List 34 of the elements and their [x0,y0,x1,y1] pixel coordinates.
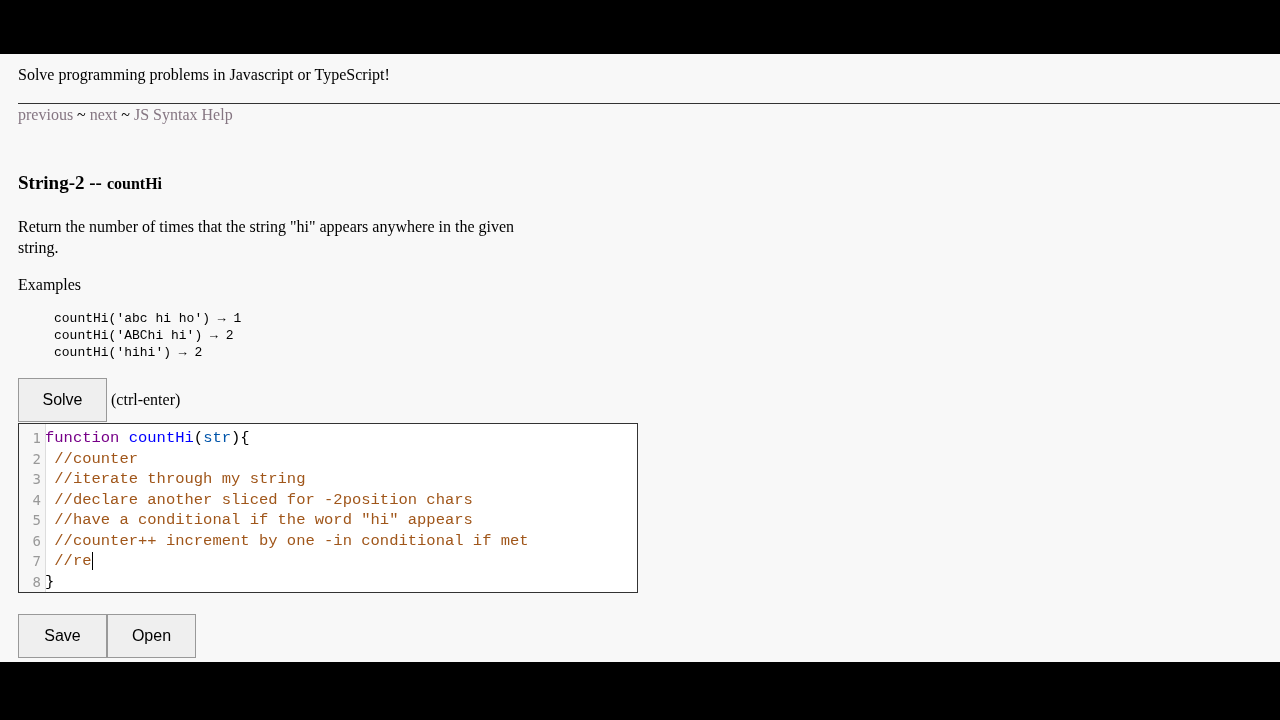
nav-link[interactable]: JS Syntax Help [133,106,233,124]
line-number: 4 [31,491,42,508]
problem-name: countHi [106,175,163,193]
nav-separator: ~ [121,106,130,124]
code-line: } [45,572,55,591]
code-line: //counter++ increment by one -in conditional if met [53,531,529,550]
examples-label: Examples [18,275,83,295]
code-line: function countHi(str){ [45,429,250,448]
problem-group: String-2 -- [18,172,102,194]
line-number: 2 [31,450,42,467]
line-number: 5 [31,512,42,529]
code-line: //declare another sliced for -2position chars [53,490,473,509]
example-line: countHi('abc hi ho') → 1 [54,310,243,327]
code-line: //have a conditional if the word "hi" appears [53,511,473,530]
tagline: Solve programming problems in Javascript or TypeScript! [18,66,391,84]
editor-button[interactable]: Open [107,614,196,658]
editor-button[interactable]: Save [18,614,107,658]
line-number: 8 [31,573,42,590]
shortcut-hint: (ctrl-enter) [111,391,181,409]
nav-link[interactable]: next [89,106,118,124]
nav-link[interactable]: previous [18,106,74,124]
example-line: countHi('ABChi hi') → 2 [54,327,235,344]
problem-description: Return the number of times that the string "hi" appears anywhere in the given string. [18,217,516,258]
code-line: //re [45,552,93,571]
line-number: 7 [31,553,42,570]
code-line: //iterate through my string [53,470,306,489]
line-number: 1 [31,430,42,447]
solve-button[interactable]: Solve [18,378,107,422]
nav-separator: ~ [77,106,86,124]
code-line: //counter [53,449,138,468]
line-number: 6 [31,532,42,549]
code-editor[interactable] [18,423,638,593]
example-line: countHi('hihi') → 2 [54,344,204,361]
line-number: 3 [31,471,42,488]
